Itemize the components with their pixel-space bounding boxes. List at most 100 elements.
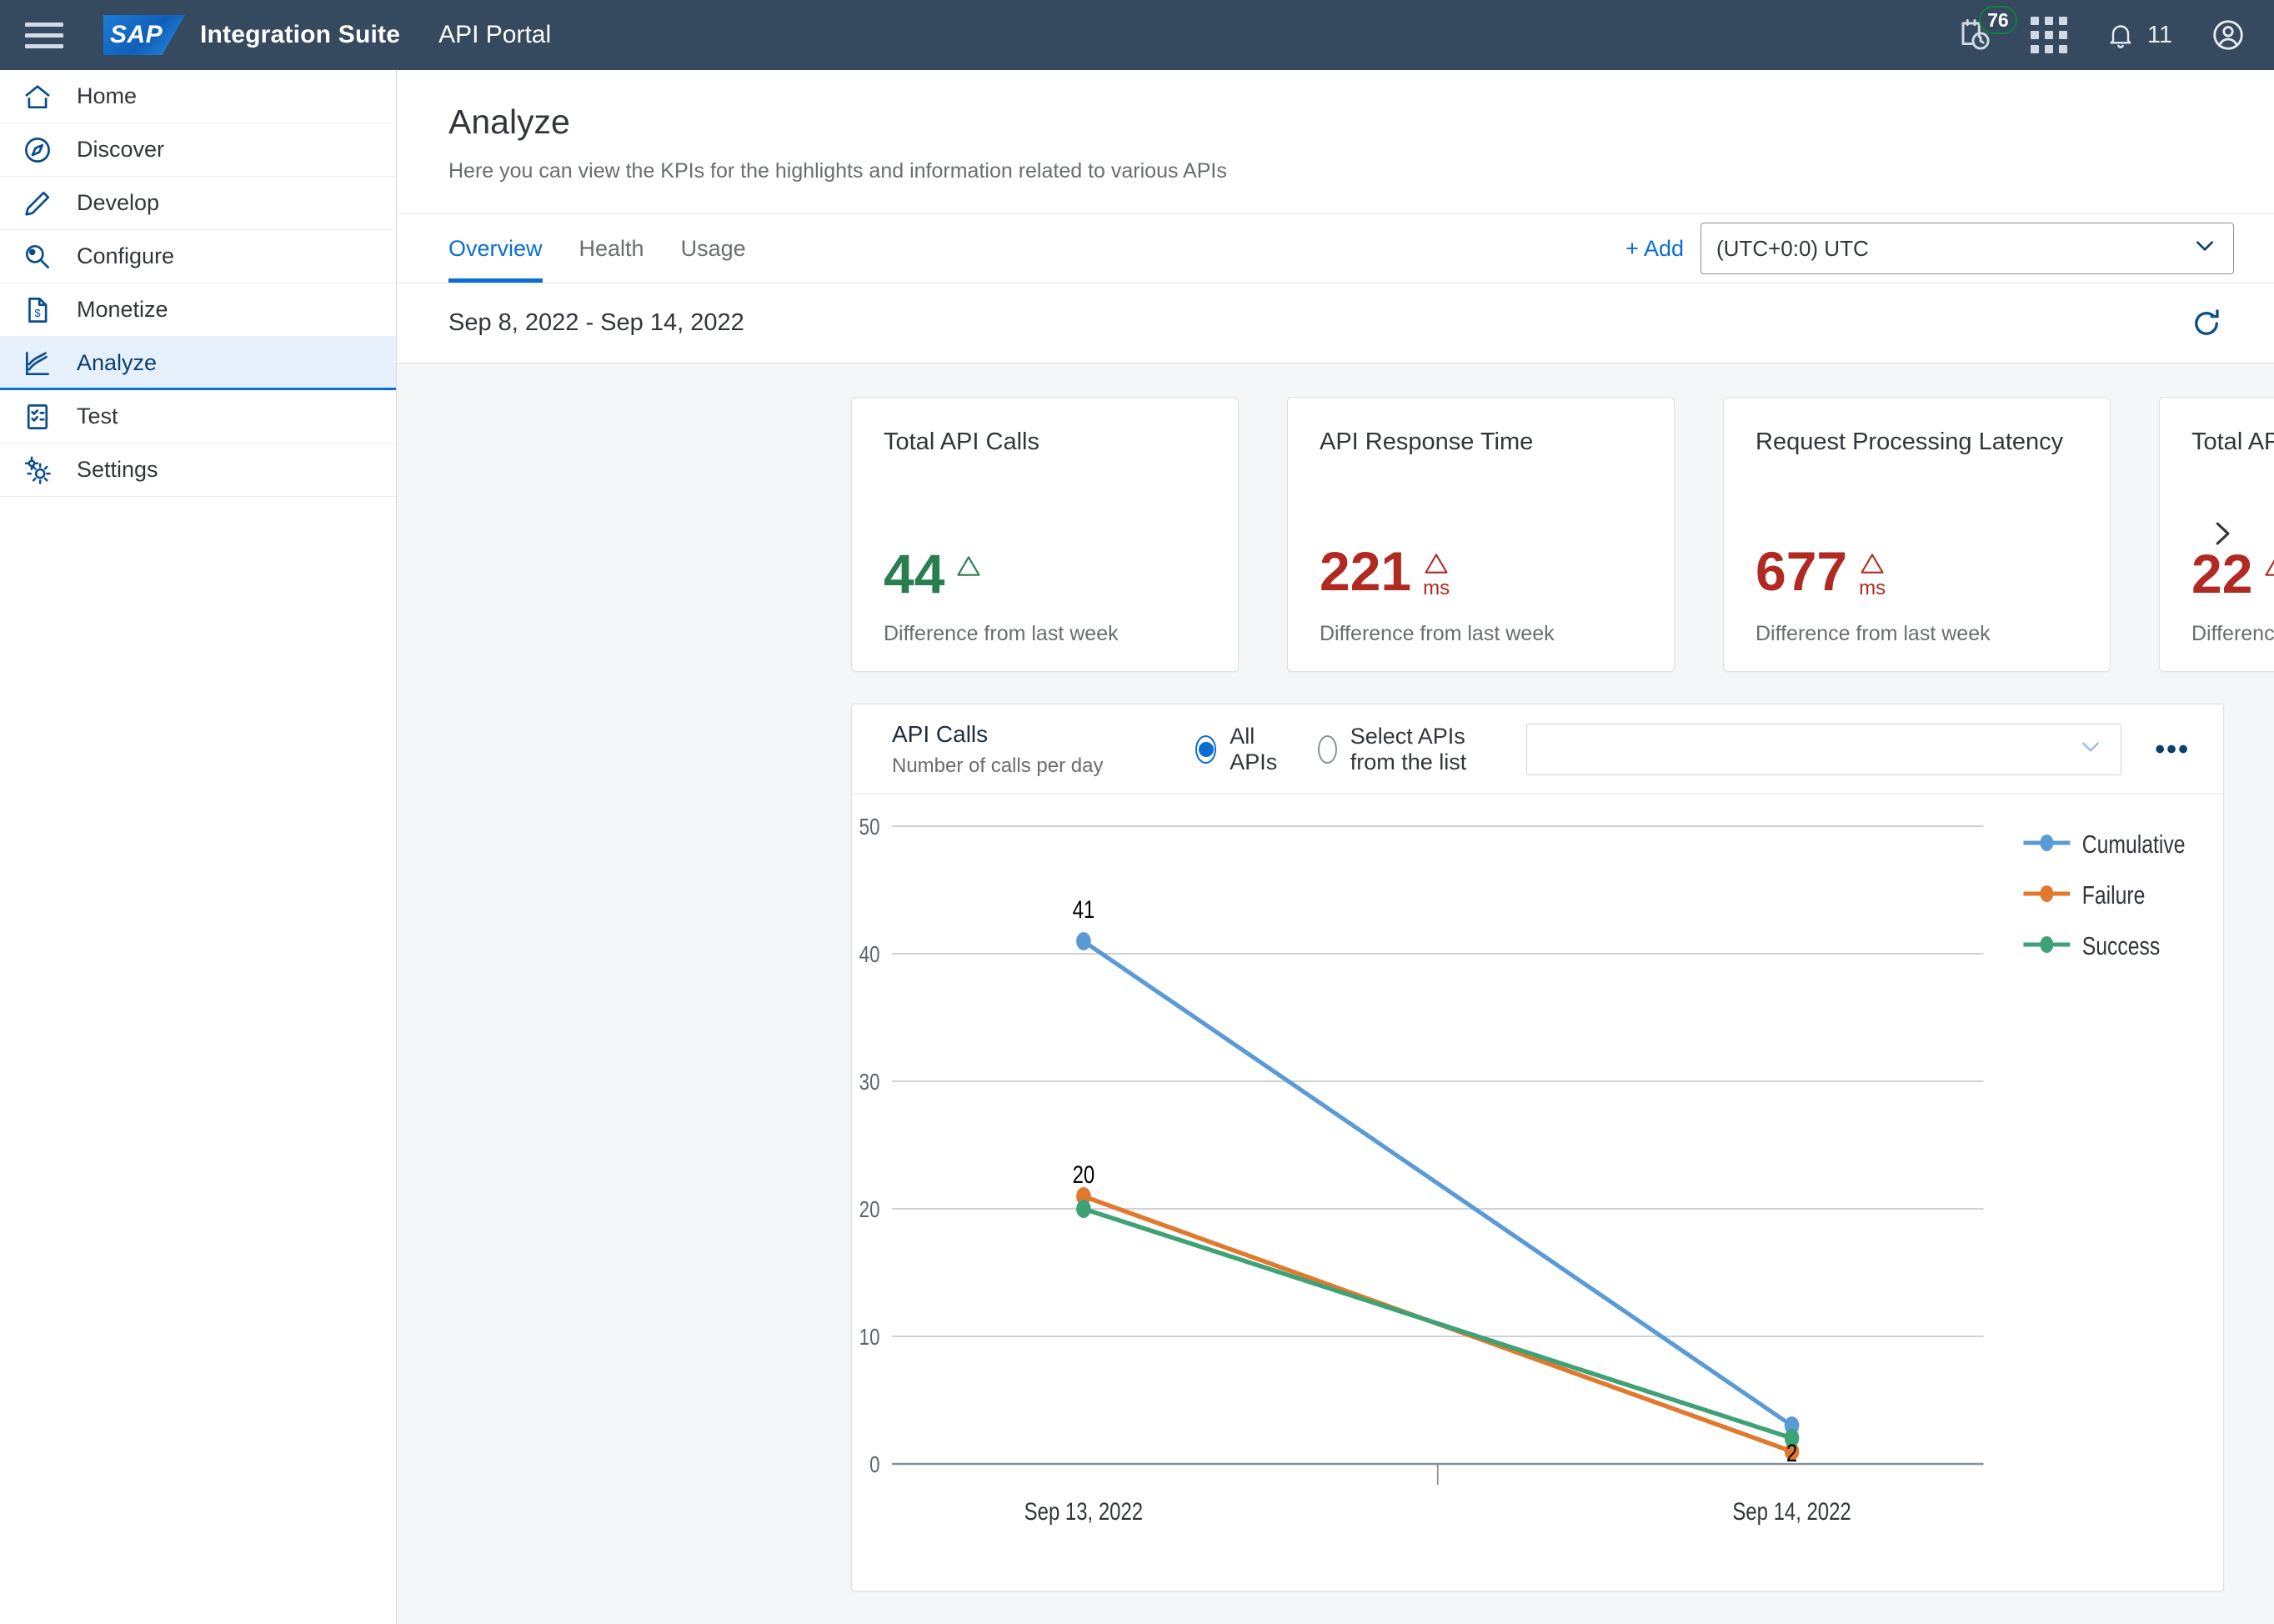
legend-item-cumulative: Cumulative [2023,830,2186,859]
up-triangle-icon [957,556,980,577]
up-triangle-icon [2265,560,2274,577]
kpi-card-request-processing-latency[interactable]: Request Processing Latency 677 ms Differ… [1723,397,2111,673]
main-content: Analyze Here you can view the KPIs for t… [397,70,2274,1624]
legend-item-failure: Failure [2023,880,2146,910]
radio-label: All APIs [1230,723,1278,774]
calendar-clock-icon[interactable]: 76 [1957,6,2017,53]
compass-icon [20,133,55,168]
kpi-title: Request Processing Latency [1756,429,2064,456]
radio-select-apis[interactable]: Select APIs from the list [1318,724,1498,775]
hamburger-menu-icon[interactable] [25,16,63,54]
svg-text:40: 40 [859,942,880,968]
chevron-down-icon [2077,734,2104,764]
sidebar: Home Discover Develop Configure $ Moneti… [0,70,397,1624]
document-dollar-icon: $ [20,293,55,328]
point-cumulative-sep13 [1076,932,1091,951]
kpi-card-total-api-calls[interactable]: Total API Calls 44 Difference from last … [851,397,1239,673]
add-button[interactable]: + Add [1625,236,1684,262]
x-label-sep13: Sep 13, 2022 [1024,1496,1143,1525]
kpi-footer: Difference from last week [1756,622,1991,646]
sap-logo-text: SAP [110,21,163,48]
api-calls-chart-card: API Calls Number of calls per day All AP… [851,704,2224,1592]
sidebar-item-settings[interactable]: Settings [0,444,396,497]
page-header: Analyze Here you can view the KPIs for t… [397,70,2274,184]
point-success-sep13 [1076,1200,1091,1219]
kpi-title: Total API Calls [884,429,1039,456]
kpi-footer: Difference from last week [884,622,1119,646]
sidebar-item-discover[interactable]: Discover [0,123,396,177]
api-select-input[interactable] [1526,723,2122,775]
kpi-trend: ms [1859,545,1886,600]
page-subtitle: Here you can view the KPIs for the highl… [448,159,1227,183]
tab-overview[interactable]: Overview [448,214,561,283]
kpi-title: Total API Errors [2191,429,2274,456]
analyze-content: Total API Calls 44 Difference from last … [397,363,2274,1624]
tab-bar: Overview Health Usage + Add (UTC+0:0) UT… [397,213,2274,284]
sidebar-item-monetize[interactable]: $ Monetize [0,283,396,337]
section-title[interactable]: API Portal [438,21,551,49]
chart-subtitle: Number of calls per day [892,754,1104,778]
svg-text:20: 20 [859,1197,880,1223]
line-chart-icon [20,346,55,381]
kpi-value: 221 [1320,540,1412,603]
kpi-card-api-response-time[interactable]: API Response Time 221 ms Difference from… [1287,397,1675,673]
kpi-value-row: 677 ms [1756,540,2078,603]
user-avatar-icon[interactable] [2211,18,2246,53]
sidebar-item-home[interactable]: Home [0,70,396,123]
svg-text:50: 50 [859,815,880,840]
svg-text:0: 0 [869,1452,879,1478]
kpi-trend: ms [1423,545,1450,600]
gridlines [891,825,1984,1337]
body: Home Discover Develop Configure $ Moneti… [0,70,2274,1624]
sidebar-item-test[interactable]: Test [0,390,396,444]
bell-icon [2110,25,2131,48]
radio-all-apis[interactable]: All APIs [1195,724,1285,775]
sidebar-item-develop[interactable]: Develop [0,177,396,230]
tab-bar-actions: + Add (UTC+0:0) UTC [1625,223,2234,275]
sidebar-item-label: Test [77,403,118,429]
chart-titles: API Calls Number of calls per day [892,720,1167,779]
sidebar-item-label: Configure [77,243,175,268]
app-grid-icon[interactable] [2030,17,2067,53]
svg-text:Failure: Failure [2082,880,2146,909]
schedule-badge: 76 [1978,6,2017,34]
date-range-bar: Sep 8, 2022 - Sep 14, 2022 [397,283,2274,364]
refresh-icon[interactable] [2189,306,2224,341]
kpi-card-list: Total API Calls 44 Difference from last … [851,397,2274,673]
checklist-icon [20,399,55,434]
kpi-value: 22 [2191,543,2253,605]
sidebar-item-configure[interactable]: Configure [0,230,396,283]
api-calls-line-chart: 50 40 30 20 10 0 41 20 2 Sep 13, 2022 Se… [859,815,2186,1526]
chart-legend: Cumulative Failure Success [2023,830,2186,960]
tabs: Overview Health Usage [448,214,764,283]
chevron-down-icon [2191,233,2218,265]
tab-usage[interactable]: Usage [663,214,764,283]
tab-health[interactable]: Health [561,214,663,283]
header-actions: 76 11 [1957,6,2246,53]
kpi-value: 677 [1756,540,1848,603]
radio-indicator [1195,734,1217,764]
data-label-41: 41 [1073,895,1095,923]
data-label-20: 20 [1073,1160,1095,1188]
data-label-2: 2 [1786,1438,1797,1466]
y-axis-labels: 50 40 30 20 10 0 [859,815,880,1478]
chart-title: API Calls [892,720,989,747]
notifications-area[interactable]: 11 [2106,20,2172,50]
sidebar-item-label: Monetize [77,297,168,322]
sidebar-item-label: Discover [77,137,165,162]
kpi-title: API Response Time [1320,429,1534,456]
series-lines [1081,939,1794,1454]
timezone-select[interactable]: (UTC+0:0) UTC [1700,223,2234,275]
kpi-value: 44 [884,543,945,605]
sidebar-item-label: Develop [77,190,160,215]
sidebar-item-label: Home [77,83,138,108]
kpi-footer: Difference from last week [1320,622,1555,646]
chevron-right-icon[interactable] [2206,518,2237,555]
overflow-menu-icon[interactable]: ••• [2150,727,2195,772]
sidebar-item-analyze[interactable]: Analyze [0,337,396,390]
x-axis-labels: Sep 13, 2022 Sep 14, 2022 [1024,1496,1851,1525]
chart-header: API Calls Number of calls per day All AP… [852,704,2223,795]
sap-logo: SAP [103,15,185,55]
up-triangle-icon [1425,554,1448,574]
gears-icon [20,453,55,488]
